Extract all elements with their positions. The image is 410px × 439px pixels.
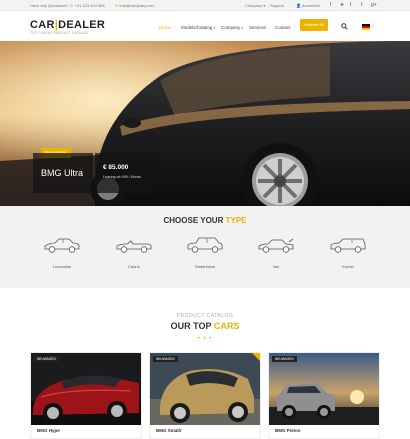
top-cars-section: PRODUCT CATALOG OUR TOP CARS • • • NEUWA…: [0, 288, 410, 439]
hero-title: BMG Ultra: [41, 168, 84, 178]
register-button[interactable]: Newslet fill: [300, 19, 328, 31]
logo[interactable]: CAR|DEALER: [30, 19, 105, 31]
type-cabrio[interactable]: Cabrio: [110, 236, 158, 269]
nav-contact[interactable]: Contact: [275, 25, 291, 30]
featured-corner-icon: [252, 353, 260, 361]
car-image-suv-sunset: [269, 353, 379, 425]
choose-type-heading: CHOOSE YOUR TYPE: [163, 216, 247, 225]
hero-slider: Neuwagen BMG Ultra € 85.000 Leasing ab 4…: [0, 41, 410, 206]
card-badge: NEUWAGEN: [34, 356, 59, 362]
logo-tagline: TOP CONTAO PRODUCT CATALOG: [30, 31, 89, 35]
hero-price: € 85.000: [103, 164, 129, 171]
support-link[interactable]: Support: [270, 3, 284, 8]
cabrio-icon: [116, 240, 152, 253]
site-header: CAR|DEALER TOP CONTAO PRODUCT CATALOG Ho…: [0, 11, 410, 41]
send-icon[interactable]: ➤: [340, 2, 344, 8]
email-address: info@company.com: [119, 3, 155, 8]
car-image-red-sedan: [31, 353, 141, 425]
twitter-icon[interactable]: t: [350, 2, 351, 8]
card-badge: NEUWAGEN: [272, 356, 297, 362]
product-catalog-label: PRODUCT CATALOG: [176, 313, 234, 319]
mail-icon: ✉: [115, 3, 119, 8]
car-card-hype[interactable]: NEUWAGEN BMG Hype: [30, 352, 142, 439]
choose-type-section: CHOOSE YOUR TYPE Limousine Cabrio Stufen…: [0, 206, 410, 288]
slider-dots: [197, 198, 212, 206]
company-link[interactable]: Company ▾: [245, 3, 265, 8]
user-icon: 👤: [296, 3, 301, 8]
phone-icon: ✆: [70, 3, 74, 8]
car-card-smallr[interactable]: NEUWAGEN BMG Smallr: [149, 352, 261, 439]
card-title[interactable]: BMG Smallr: [156, 428, 182, 433]
google-plus-icon[interactable]: g+: [371, 2, 377, 8]
top-cars-heading: OUR TOP CARS: [170, 321, 240, 331]
card-badge: NEUWAGEN: [153, 356, 178, 362]
phone-contact[interactable]: ✆ +01 123 444 555: [70, 3, 105, 8]
email-contact[interactable]: ✉ info@company.com: [115, 3, 155, 8]
van-icon: [258, 238, 294, 253]
language-caret-icon[interactable]: ▾: [372, 24, 374, 28]
nav-home[interactable]: Home: [159, 25, 171, 30]
german-flag-icon[interactable]: [362, 24, 370, 30]
type-limousine[interactable]: Limousine: [38, 236, 86, 269]
top-bar: Have any Questions? ✆ +01 123 444 555 ✉ …: [0, 0, 410, 11]
hero-leasing: Leasing ab 499 / Monat: [103, 175, 141, 179]
facebook-icon[interactable]: f: [330, 2, 331, 8]
hero-price-box: € 85.000 Leasing ab 499 / Monat: [95, 153, 159, 193]
card-title[interactable]: BMG Hype: [37, 428, 60, 433]
search-icon[interactable]: [341, 23, 348, 30]
car-card-piston[interactable]: NEUWAGEN BMG Piston: [268, 352, 380, 439]
nav-company[interactable]: Company ▾: [221, 25, 243, 30]
login-link[interactable]: 👤 Anmelden: [296, 3, 320, 8]
tumblr-icon[interactable]: t: [361, 2, 362, 8]
kombi-icon: [330, 238, 366, 253]
stufenheck-icon: [187, 237, 223, 253]
type-van[interactable]: Van: [252, 236, 300, 269]
nav-models-catalog[interactable]: Models/Catalog ▾: [181, 25, 215, 30]
heading-decoration-dots: • • •: [197, 336, 213, 342]
nav-services[interactable]: Services: [249, 25, 266, 30]
hero-title-box: BMG Ultra: [33, 153, 93, 193]
phone-number: +01 123 444 555: [74, 3, 105, 8]
limousine-icon: [44, 238, 80, 253]
card-title[interactable]: BMG Piston: [275, 428, 301, 433]
car-image-gold-hatchback: [150, 353, 260, 425]
questions-text: Have any Questions?: [30, 3, 69, 8]
type-stufenheck[interactable]: Stufenheck: [181, 236, 229, 269]
type-kombi[interactable]: Kombi: [324, 236, 372, 269]
